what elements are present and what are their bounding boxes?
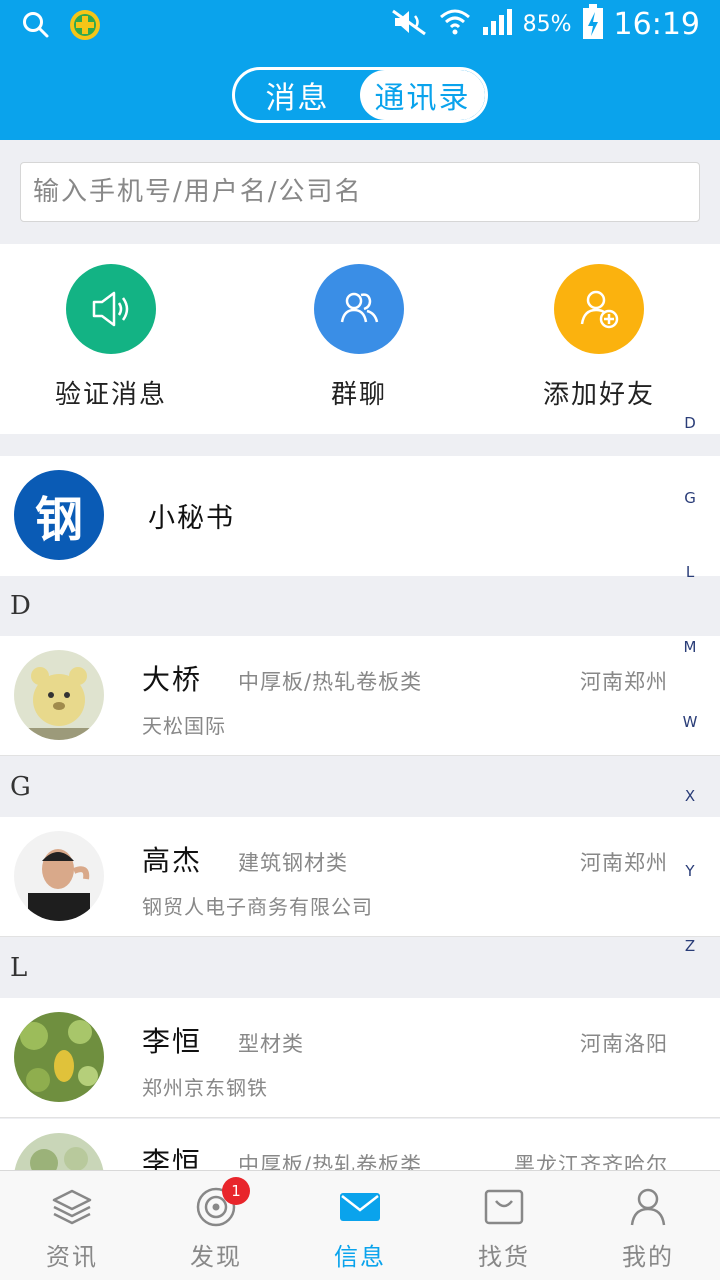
bottom-nav: 资讯 1 发现 信息 找货 我的 [0,1170,720,1280]
nav-mine[interactable]: 我的 [576,1171,720,1280]
contact-category: 中厚板/热轧卷板类 [238,1153,423,1170]
nav-messages[interactable]: 信息 [288,1171,432,1280]
contact-list: 钢 小秘书 D 大桥 中厚板/热轧卷板类 河南郑州 天松国际 G 高杰 建筑钢材… [0,456,720,1170]
status-bar: 85% 16:19 [0,0,720,46]
index-letter-w[interactable]: W [682,713,698,788]
steel-logo: 钢 [14,470,104,560]
contact-location: 河南洛阳 [580,1032,668,1056]
search-section: 输入手机号/用户名/公司名 [0,140,720,244]
index-letter-y[interactable]: Y [682,862,698,937]
contact-company: 郑州京东钢铁 [142,1076,268,1100]
shortcut-group-chat[interactable]: 群聊 [259,264,459,411]
section-header: D [0,576,720,636]
nav-label: 我的 [622,1243,674,1271]
search-icon [22,11,50,43]
layers-icon [50,1185,94,1233]
tab-switcher: 消息 通讯录 [232,67,488,123]
contact-name: 李恒 [142,1025,203,1058]
nav-label: 找货 [478,1243,530,1271]
index-letter-m[interactable]: M [682,638,698,713]
contact-row[interactable]: 李恒 中厚板/热轧卷板类 黑龙江齐齐哈尔 [0,1119,720,1170]
contact-category: 中厚板/热轧卷板类 [238,670,423,694]
shortcut-label: 验证消息 [54,380,167,410]
shortcut-panel: 验证消息 群聊 添加好友 [0,244,720,434]
logo-text: 钢 [34,492,83,548]
contact-category: 建筑钢材类 [238,851,348,875]
avatar [14,650,104,740]
group-icon [314,264,404,354]
nav-news[interactable]: 资讯 [0,1171,144,1280]
contact-location: 黑龙江齐齐哈尔 [514,1153,668,1170]
wifi-icon [439,7,471,41]
person-icon [626,1185,670,1233]
search-input[interactable]: 输入手机号/用户名/公司名 [20,162,700,222]
alphabet-index[interactable]: D G L M W X Y Z [682,414,698,1012]
secretary-row[interactable]: 钢 小秘书 [0,456,720,576]
mute-icon [389,7,429,41]
tab-contacts[interactable]: 通讯录 [360,70,485,120]
clock: 16:19 [613,6,700,42]
contact-row[interactable]: 高杰 建筑钢材类 河南郑州 钢贸人电子商务有限公司 [0,817,720,937]
contact-row[interactable]: 李恒 型材类 河南洛阳 郑州京东钢铁 [0,998,720,1118]
avatar [14,1133,104,1170]
speaker-icon [66,264,156,354]
section-header: G [0,757,720,817]
index-letter-g[interactable]: G [682,489,698,564]
contact-name: 李恒 [142,1146,203,1170]
contact-name: 高杰 [142,844,203,877]
shortcut-label: 群聊 [330,380,387,410]
contact-location: 河南郑州 [580,851,668,875]
secretary-name: 小秘书 [148,503,235,534]
contact-company: 钢贸人电子商务有限公司 [142,895,373,919]
top-header: 85% 16:19 消息 通讯录 [0,0,720,140]
shortcut-verify-messages[interactable]: 验证消息 [11,264,211,411]
battery-charging-icon [582,4,604,44]
nav-find-goods[interactable]: 找货 [432,1171,576,1280]
tab-messages[interactable]: 消息 [235,70,360,120]
shopping-bag-icon [482,1185,526,1233]
contact-row[interactable]: 大桥 中厚板/热轧卷板类 河南郑州 天松国际 [0,636,720,756]
battery-percent: 85% [522,11,572,37]
section-header: L [0,938,720,998]
nav-discover[interactable]: 1 发现 [144,1171,288,1280]
notification-badge: 1 [222,1177,250,1205]
shortcut-label: 添加好友 [542,380,655,410]
shortcut-add-friend[interactable]: 添加好友 [499,264,699,411]
add-friend-icon [554,264,644,354]
index-letter-x[interactable]: X [682,787,698,862]
contact-company: 天松国际 [142,714,226,738]
avatar [14,1012,104,1102]
contact-location: 河南郑州 [580,670,668,694]
index-letter-d[interactable]: D [682,414,698,489]
envelope-icon [338,1185,382,1233]
app-shield-icon [68,8,102,46]
nav-label: 发现 [190,1243,242,1271]
nav-label: 信息 [334,1243,386,1271]
contact-name: 大桥 [142,663,203,696]
index-letter-z[interactable]: Z [682,937,698,1012]
signal-icon [481,7,513,41]
index-letter-l[interactable]: L [682,563,698,638]
avatar [14,831,104,921]
nav-label: 资讯 [46,1243,98,1271]
contact-category: 型材类 [238,1032,304,1056]
